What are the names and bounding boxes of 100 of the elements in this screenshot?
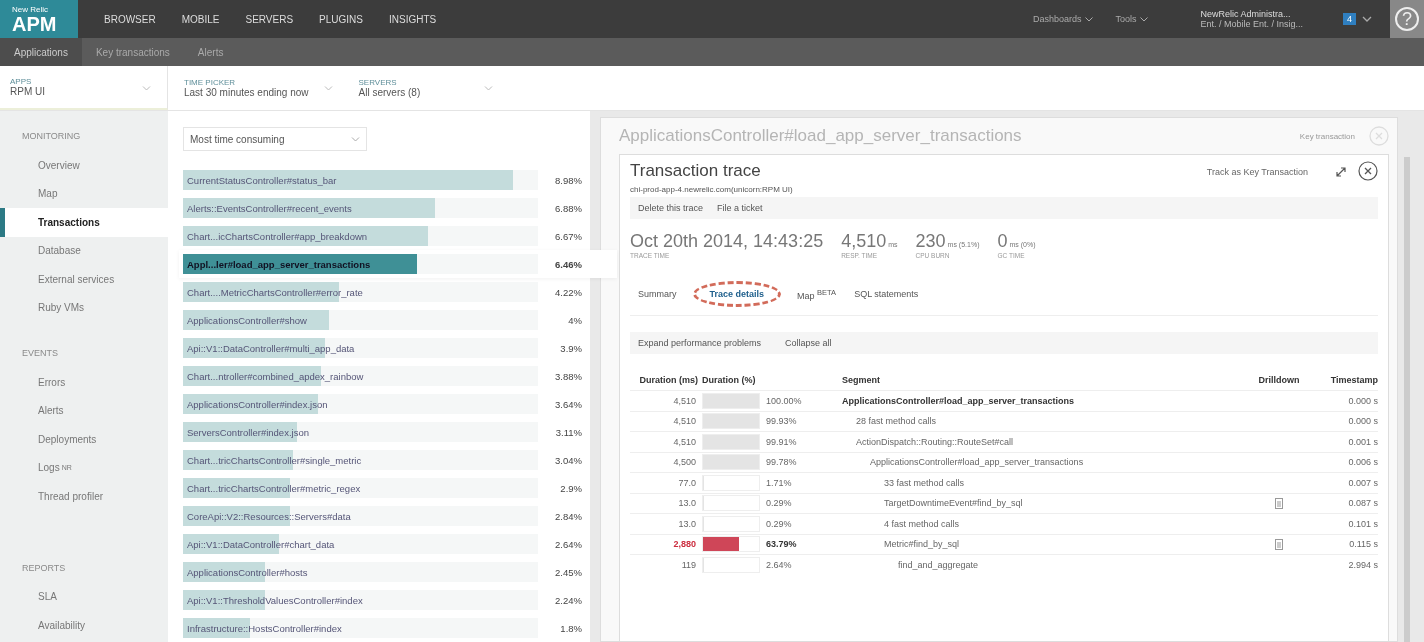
filter-dropdown[interactable]: SERVERS All servers (8) — [348, 66, 509, 110]
panel-title: ApplicationsController#load_app_server_transactions — [619, 126, 1023, 146]
timestamp-cell-text: 0.087 s — [1347, 498, 1378, 509]
notification-badge[interactable]: 4 — [1343, 13, 1356, 25]
transaction-share: 4% — [567, 314, 582, 326]
transaction-name: ApplicationsController#show — [186, 315, 307, 326]
transaction-name: CoreApi::V2::Resources::Servers#data — [186, 511, 351, 522]
transaction-name: Api::V1::DataController#chart_data — [186, 539, 335, 550]
transaction-name: Infrastructure::HostsController#index — [186, 623, 342, 634]
sidebar-item[interactable]: External services — [0, 265, 168, 294]
duration-cell-text: 4,500 — [672, 457, 697, 468]
percent-cell: 2.64% — [766, 559, 792, 570]
transaction-name: CurrentStatusController#status_bar — [186, 175, 337, 186]
transaction-share: 2.45% — [554, 566, 582, 578]
segment-name[interactable]: Metric#find_by_sql — [884, 539, 960, 550]
column-header: Drilldown — [1257, 375, 1301, 385]
transaction-share: 6.88% — [554, 202, 582, 214]
transaction-share: 3.64% — [554, 398, 582, 410]
sidebar-item[interactable]: Overview — [0, 151, 168, 180]
sidebar-item[interactable]: Availability — [0, 611, 168, 640]
duration-cell-text: 4,510 — [672, 436, 697, 447]
transaction-name: Chart...icChartsController#app_breakdown — [186, 231, 368, 242]
sidebar-item[interactable]: Ruby VMs — [0, 293, 168, 322]
percent-cell: 99.93% — [766, 416, 797, 427]
caret-icon[interactable] — [1362, 16, 1372, 22]
transaction-share: 4.22% — [554, 286, 582, 298]
duration-cell-text: 4,510 — [672, 395, 697, 406]
nav-link[interactable]: PLUGINS — [319, 13, 363, 25]
section-heading: EVENTS — [21, 348, 59, 358]
sidebar-item[interactable]: Errors — [0, 368, 168, 397]
caret-icon — [1140, 16, 1149, 22]
duration-cell-text: 77.0 — [677, 477, 697, 488]
percent-cell: 100.00% — [766, 395, 802, 406]
sidebar-item[interactable]: Thread profiler — [0, 482, 168, 511]
transaction-name: Chart....MetricChartsController#error_rate — [186, 287, 363, 298]
close-icon[interactable] — [1358, 161, 1378, 181]
segment-name[interactable]: ActionDispatch::Routing::RouteSet#call — [856, 436, 1014, 447]
tab[interactable]: Trace details — [692, 281, 782, 307]
segment-name[interactable]: 33 fast method calls — [884, 477, 965, 488]
percent-cell: 0.29% — [766, 498, 792, 509]
track-key-transaction-link[interactable]: Track as Key Transaction — [1206, 167, 1308, 177]
caret-icon — [351, 136, 360, 142]
nav-link[interactable]: MOBILE — [181, 13, 220, 25]
toolbar-link[interactable]: Expand performance problems — [638, 338, 762, 348]
timestamp-cell-text: 0.000 s — [1347, 395, 1378, 406]
tab[interactable]: Summary — [636, 285, 679, 303]
segment-name[interactable]: ApplicationsController#load_app_server_transactions — [870, 457, 1084, 468]
transaction-share: 3.04% — [554, 454, 582, 466]
timestamp-cell-text: 0.001 s — [1347, 436, 1378, 447]
toolbar-link[interactable]: Collapse all — [785, 338, 832, 348]
transaction-share: 3.9% — [559, 342, 582, 354]
document-icon[interactable] — [1275, 497, 1283, 509]
user-menu[interactable]: NewRelic Administra... Ent. / Mobile Ent. / Insig... — [1200, 9, 1303, 29]
host-name: chi-prod-app-4.newrelic.com(unicorn:RPM UI) — [630, 185, 794, 194]
transaction-share: 3.88% — [554, 370, 582, 382]
expand-icon[interactable] — [1336, 167, 1346, 177]
transaction-share: 3.11% — [554, 426, 582, 438]
caret-icon — [1085, 16, 1094, 22]
action-link[interactable]: File a ticket — [717, 203, 763, 213]
duration-cell-text: 13.0 — [677, 518, 697, 529]
nav-link[interactable]: BROWSER — [104, 13, 156, 25]
sidebar-item[interactable]: Database — [0, 236, 168, 265]
transaction-name: Api::V1::ThresholdValuesController#index — [186, 595, 363, 606]
timestamp-cell-text: 0.115 s — [1348, 539, 1378, 550]
transaction-share: 2.84% — [554, 510, 582, 522]
stat-value: Oct 20th 2014, 14:43:25 — [630, 231, 824, 252]
menu-dropdown[interactable]: Dashboards — [1032, 14, 1094, 24]
menu-dropdown[interactable]: Tools — [1115, 14, 1149, 24]
percent-cell: 1.71% — [766, 477, 792, 488]
duration-cell-text: 119 — [680, 559, 697, 570]
transaction-name: Alerts::EventsController#recent_events — [186, 203, 352, 214]
section-heading: MONITORING — [21, 131, 82, 141]
segment-name[interactable]: 28 fast method calls — [856, 416, 937, 427]
transaction-share: 2.64% — [554, 538, 582, 550]
sidebar-item[interactable]: SLA — [0, 582, 168, 611]
nav-link[interactable]: SERVERS — [245, 13, 294, 25]
sidebar-item[interactable]: Logs$^{NR}$ — [0, 453, 168, 482]
sidebar-item[interactable]: Alerts — [0, 396, 168, 425]
column-header: Duration (ms) — [638, 375, 699, 385]
transaction-share: 6.67% — [554, 230, 582, 242]
filter-dropdown[interactable]: TIME PICKER Last 30 minutes ending now — [174, 66, 349, 110]
transaction-name: ApplicationsController#hosts — [186, 567, 308, 578]
tab[interactable]: Map $^{BETA}$ — [795, 283, 839, 305]
apm-logo[interactable]: New Relic APM — [0, 0, 78, 38]
sidebar-item[interactable]: Map — [0, 179, 168, 208]
tab[interactable]: SQL statements — [852, 285, 921, 303]
segment-name[interactable]: TargetDowntimeEvent#find_by_sql — [884, 498, 1023, 509]
transaction-name: Chart...tricChartsController#metric_regex — [186, 483, 361, 494]
document-icon[interactable] — [1275, 538, 1283, 550]
sort-dropdown[interactable]: Most time consuming — [183, 127, 367, 151]
action-link[interactable]: Delete this trace — [638, 203, 704, 213]
transaction-name: ApplicationsController#index.json — [186, 399, 328, 410]
subnav-tab[interactable]: Applications — [0, 38, 82, 66]
percent-cell: 63.79% — [766, 539, 797, 550]
segment-name[interactable]: 4 fast method calls — [884, 518, 960, 529]
segment-name[interactable]: ApplicationsController#load_app_server_transactions — [842, 395, 1075, 406]
nav-link[interactable]: INSIGHTS — [389, 13, 437, 25]
sidebar-item[interactable]: Transactions — [0, 208, 168, 237]
sidebar-item[interactable]: Deployments — [0, 425, 168, 454]
segment-name[interactable]: find_and_aggregate — [898, 559, 979, 570]
